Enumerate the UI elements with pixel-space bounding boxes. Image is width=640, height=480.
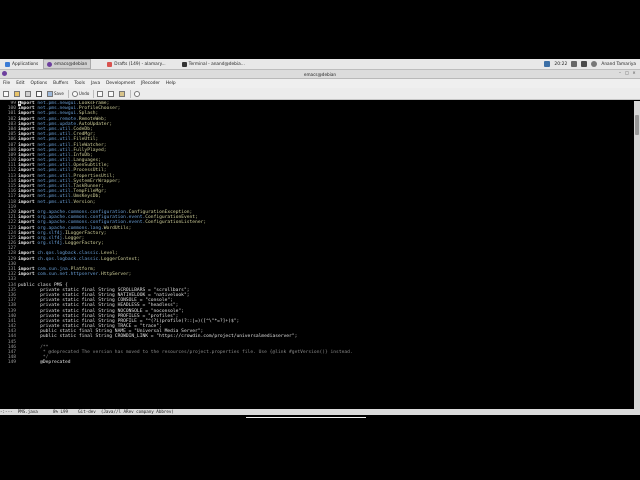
- taskbar-label: emacs@debian: [54, 61, 88, 67]
- emacs-window-icon: [2, 71, 7, 76]
- menu-tools[interactable]: Tools: [71, 81, 88, 86]
- letterbox-bottom: [0, 421, 640, 480]
- code-statement: @Deprecated: [18, 360, 71, 366]
- mail-icon: [107, 61, 113, 67]
- class-name: WordUtils;: [103, 225, 132, 231]
- open-folder-icon: [14, 90, 20, 97]
- code-text: public static final String CROWDIN_LINK …: [18, 334, 297, 339]
- class-name: ConfigurationListener;: [145, 220, 207, 226]
- scrollbar-thumb[interactable]: [635, 115, 639, 135]
- keyword: import: [18, 256, 35, 262]
- paste-icon: [119, 90, 126, 97]
- search-icon: [134, 90, 141, 97]
- taskbar-label: Applications: [12, 61, 39, 67]
- package-name: org.slf4j.: [37, 241, 66, 247]
- class-name: Version;: [73, 199, 96, 205]
- taskbar-label: Terminal - anand@debia...: [188, 61, 245, 67]
- cut-button[interactable]: [97, 89, 104, 98]
- search-button[interactable]: [134, 89, 141, 98]
- close-icon[interactable]: ×: [632, 71, 636, 75]
- code-text: import net.pms.util.Version;: [18, 200, 96, 205]
- maximize-icon[interactable]: □: [625, 71, 629, 75]
- code-text: import org.slf4j.LoggerFactory;: [18, 241, 104, 246]
- toolbar: Save Undo: [0, 88, 640, 100]
- minibuffer-divider: [246, 417, 366, 418]
- window-title: emacs@debian: [303, 71, 337, 77]
- minimize-icon[interactable]: –: [618, 71, 622, 75]
- copy-icon: [108, 90, 115, 97]
- letterbox-top: [0, 0, 640, 59]
- class-name: LoggerContext;: [101, 256, 140, 262]
- vertical-scrollbar[interactable]: [634, 101, 640, 409]
- volume-icon[interactable]: [571, 61, 578, 67]
- menu-java[interactable]: Java: [88, 81, 103, 86]
- code-line[interactable]: 149 @Deprecated: [0, 360, 634, 365]
- package-name: com.sun.net.httpserver.: [37, 272, 102, 278]
- clock[interactable]: 20:22: [554, 62, 567, 67]
- taskbar-mail[interactable]: Drafts (149) - alamary...: [103, 59, 169, 69]
- cut-icon: [97, 90, 104, 97]
- undo-button[interactable]: Undo: [71, 89, 90, 98]
- undo-icon: [71, 90, 78, 97]
- network-icon[interactable]: [544, 61, 551, 67]
- package-name: ch.qos.logback.classic.: [37, 256, 102, 262]
- user-icon[interactable]: [591, 61, 598, 67]
- toolbar-separator: [93, 89, 95, 98]
- code-text: import ch.qos.logback.classic.LoggerCont…: [18, 257, 140, 262]
- desktop-screen: Applications emacs@debian Drafts (149) -…: [0, 59, 640, 421]
- code-text: * @deprecated The version has moved to t…: [18, 350, 353, 355]
- menu-jrecoder[interactable]: JRecoder: [138, 81, 163, 86]
- window-buttons: – □ ×: [618, 71, 636, 75]
- folder-icon: [25, 90, 31, 97]
- dired-button[interactable]: [25, 89, 32, 98]
- code-statement: * @deprecated The version has moved to t…: [18, 350, 353, 355]
- close-icon: [36, 90, 42, 97]
- taskbar-applications[interactable]: Applications: [1, 59, 42, 69]
- taskbar-label: Drafts (149) - alamary...: [114, 61, 166, 67]
- package-name: net.pms.util.: [37, 199, 74, 205]
- save-button[interactable]: Save: [47, 89, 64, 98]
- menu-edit[interactable]: Edit: [13, 81, 27, 86]
- taskbar-terminal[interactable]: Terminal - anand@debia...: [178, 59, 249, 69]
- undo-label: Undo: [78, 91, 90, 96]
- code-text: import com.sun.net.httpserver.HttpServer…: [18, 272, 131, 277]
- class-name: LoggerFactory;: [65, 241, 104, 247]
- class-name: HttpServer;: [101, 272, 132, 278]
- toolbar-separator: [130, 89, 132, 98]
- keyword: import: [18, 272, 35, 278]
- code-editor[interactable]: 99 import net.pms.newgui.LooksFrame; 100 im…: [0, 101, 634, 409]
- battery-icon[interactable]: [581, 61, 588, 67]
- menu-file[interactable]: File: [0, 81, 13, 86]
- applications-icon: [5, 61, 10, 67]
- keyword: import: [18, 199, 35, 205]
- window-titlebar[interactable]: emacs@debian – □ ×: [0, 70, 640, 79]
- paste-button[interactable]: [119, 89, 126, 98]
- menu-development[interactable]: Development: [103, 81, 138, 86]
- line-number: 149: [7, 360, 16, 366]
- save-label: Save: [54, 91, 64, 96]
- toolbar-separator: [67, 89, 69, 98]
- menu-options[interactable]: Options: [28, 81, 51, 86]
- terminal-icon: [181, 61, 187, 67]
- emacs-icon: [47, 61, 53, 67]
- system-tray: 20:22 Anand Tamariya: [544, 61, 640, 67]
- taskbar: Applications emacs@debian Drafts (149) -…: [0, 59, 640, 70]
- copy-button[interactable]: [108, 89, 115, 98]
- close-buffer-button[interactable]: [36, 89, 43, 98]
- new-file-button[interactable]: [3, 89, 10, 98]
- save-icon: [47, 90, 53, 97]
- keyword: import: [18, 241, 35, 247]
- open-file-button[interactable]: [14, 89, 21, 98]
- menu-buffers[interactable]: Buffers: [50, 81, 71, 86]
- menu-help[interactable]: Help: [163, 81, 179, 86]
- new-file-icon: [3, 90, 9, 97]
- menubar: File Edit Options Buffers Tools Java Dev…: [0, 79, 640, 88]
- code-text: @Deprecated: [18, 360, 71, 366]
- user-name[interactable]: Anand Tamariya: [601, 62, 636, 67]
- code-statement: public static final String CROWDIN_LINK …: [18, 334, 298, 340]
- taskbar-emacs[interactable]: emacs@debian: [43, 59, 92, 69]
